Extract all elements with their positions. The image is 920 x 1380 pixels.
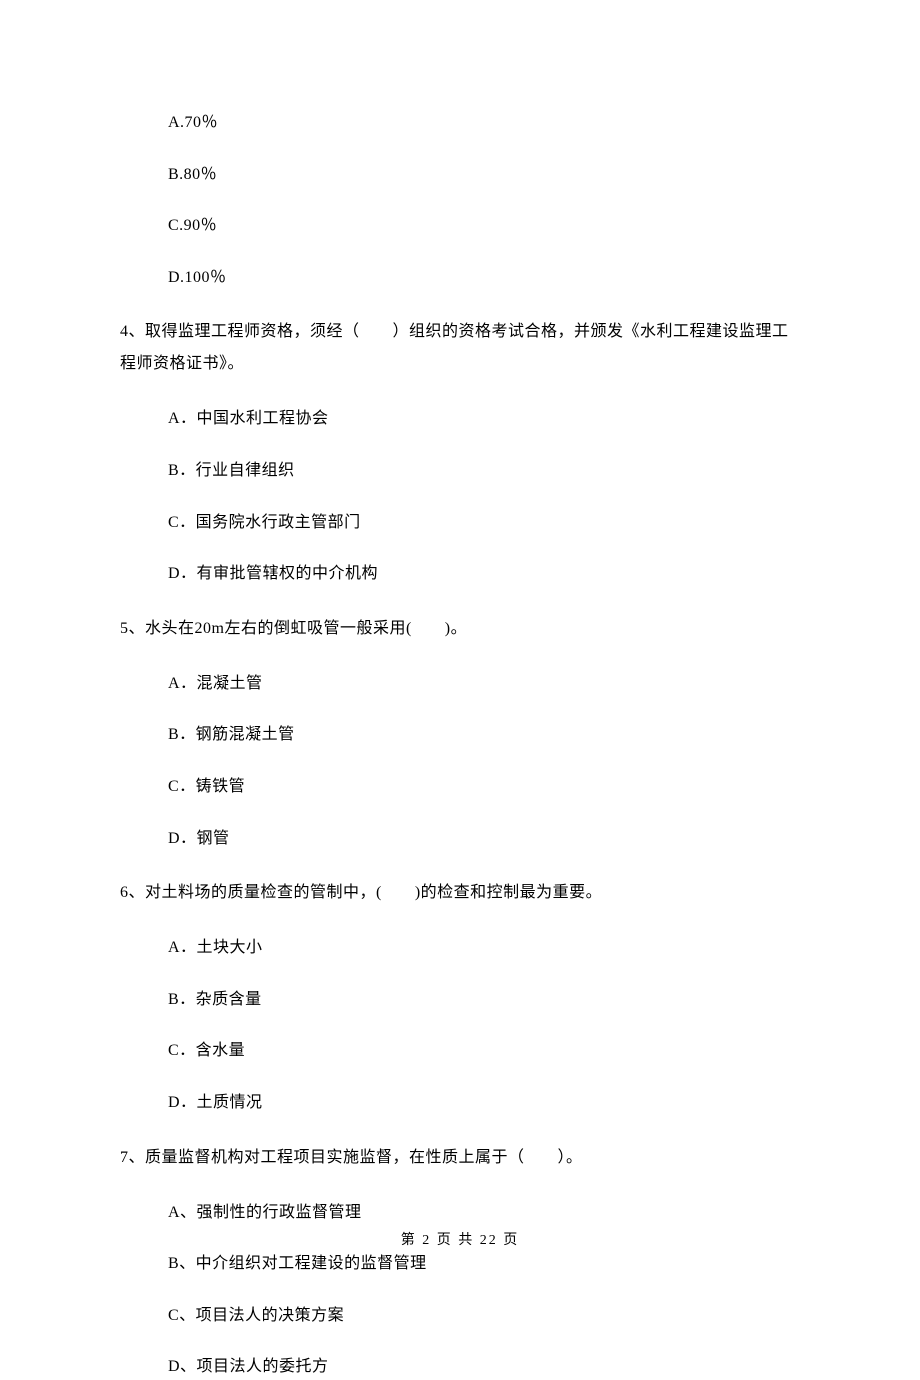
option-a: A．中国水利工程协会 xyxy=(120,406,800,432)
option-b: B．杂质含量 xyxy=(120,987,800,1013)
option-c: C．含水量 xyxy=(120,1038,800,1064)
option-b: B.80％ xyxy=(120,162,800,188)
option-a: A．土块大小 xyxy=(120,935,800,961)
option-d: D．土质情况 xyxy=(120,1090,800,1116)
option-a: A、强制性的行政监督管理 xyxy=(120,1200,800,1226)
question-7: 7、质量监督机构对工程项目实施监督，在性质上属于（ ）。 A、强制性的行政监督管… xyxy=(120,1142,800,1380)
option-d: D．有审批管辖权的中介机构 xyxy=(120,561,800,587)
option-a: A.70％ xyxy=(120,110,800,136)
question-4: 4、取得监理工程师资格，须经（ ）组织的资格考试合格，并颁发《水利工程建设监理工… xyxy=(120,316,800,586)
question-text: 6、对土料场的质量检查的管制中，( )的检查和控制最为重要。 xyxy=(120,877,800,909)
option-b: B．行业自律组织 xyxy=(120,458,800,484)
option-d: D、项目法人的委托方 xyxy=(120,1354,800,1380)
question-3-options-continued: A.70％ B.80％ C.90％ D.100％ xyxy=(120,110,800,290)
option-d: D.100％ xyxy=(120,265,800,291)
question-6: 6、对土料场的质量检查的管制中，( )的检查和控制最为重要。 A．土块大小 B．… xyxy=(120,877,800,1115)
question-text: 4、取得监理工程师资格，须经（ ）组织的资格考试合格，并颁发《水利工程建设监理工… xyxy=(120,316,800,380)
option-c: C．国务院水行政主管部门 xyxy=(120,510,800,536)
question-text: 7、质量监督机构对工程项目实施监督，在性质上属于（ ）。 xyxy=(120,1142,800,1174)
option-b: B．钢筋混凝土管 xyxy=(120,722,800,748)
page-footer: 第 2 页 共 22 页 xyxy=(0,1230,920,1252)
option-c: C.90％ xyxy=(120,213,800,239)
question-text: 5、水头在20m左右的倒虹吸管一般采用( )。 xyxy=(120,613,800,645)
option-c: C．铸铁管 xyxy=(120,774,800,800)
question-5: 5、水头在20m左右的倒虹吸管一般采用( )。 A．混凝土管 B．钢筋混凝土管 … xyxy=(120,613,800,851)
document-content: A.70％ B.80％ C.90％ D.100％ 4、取得监理工程师资格，须经（… xyxy=(0,0,920,1380)
option-a: A．混凝土管 xyxy=(120,671,800,697)
option-b: B、中介组织对工程建设的监督管理 xyxy=(120,1251,800,1277)
option-d: D．钢管 xyxy=(120,826,800,852)
option-c: C、项目法人的决策方案 xyxy=(120,1303,800,1329)
